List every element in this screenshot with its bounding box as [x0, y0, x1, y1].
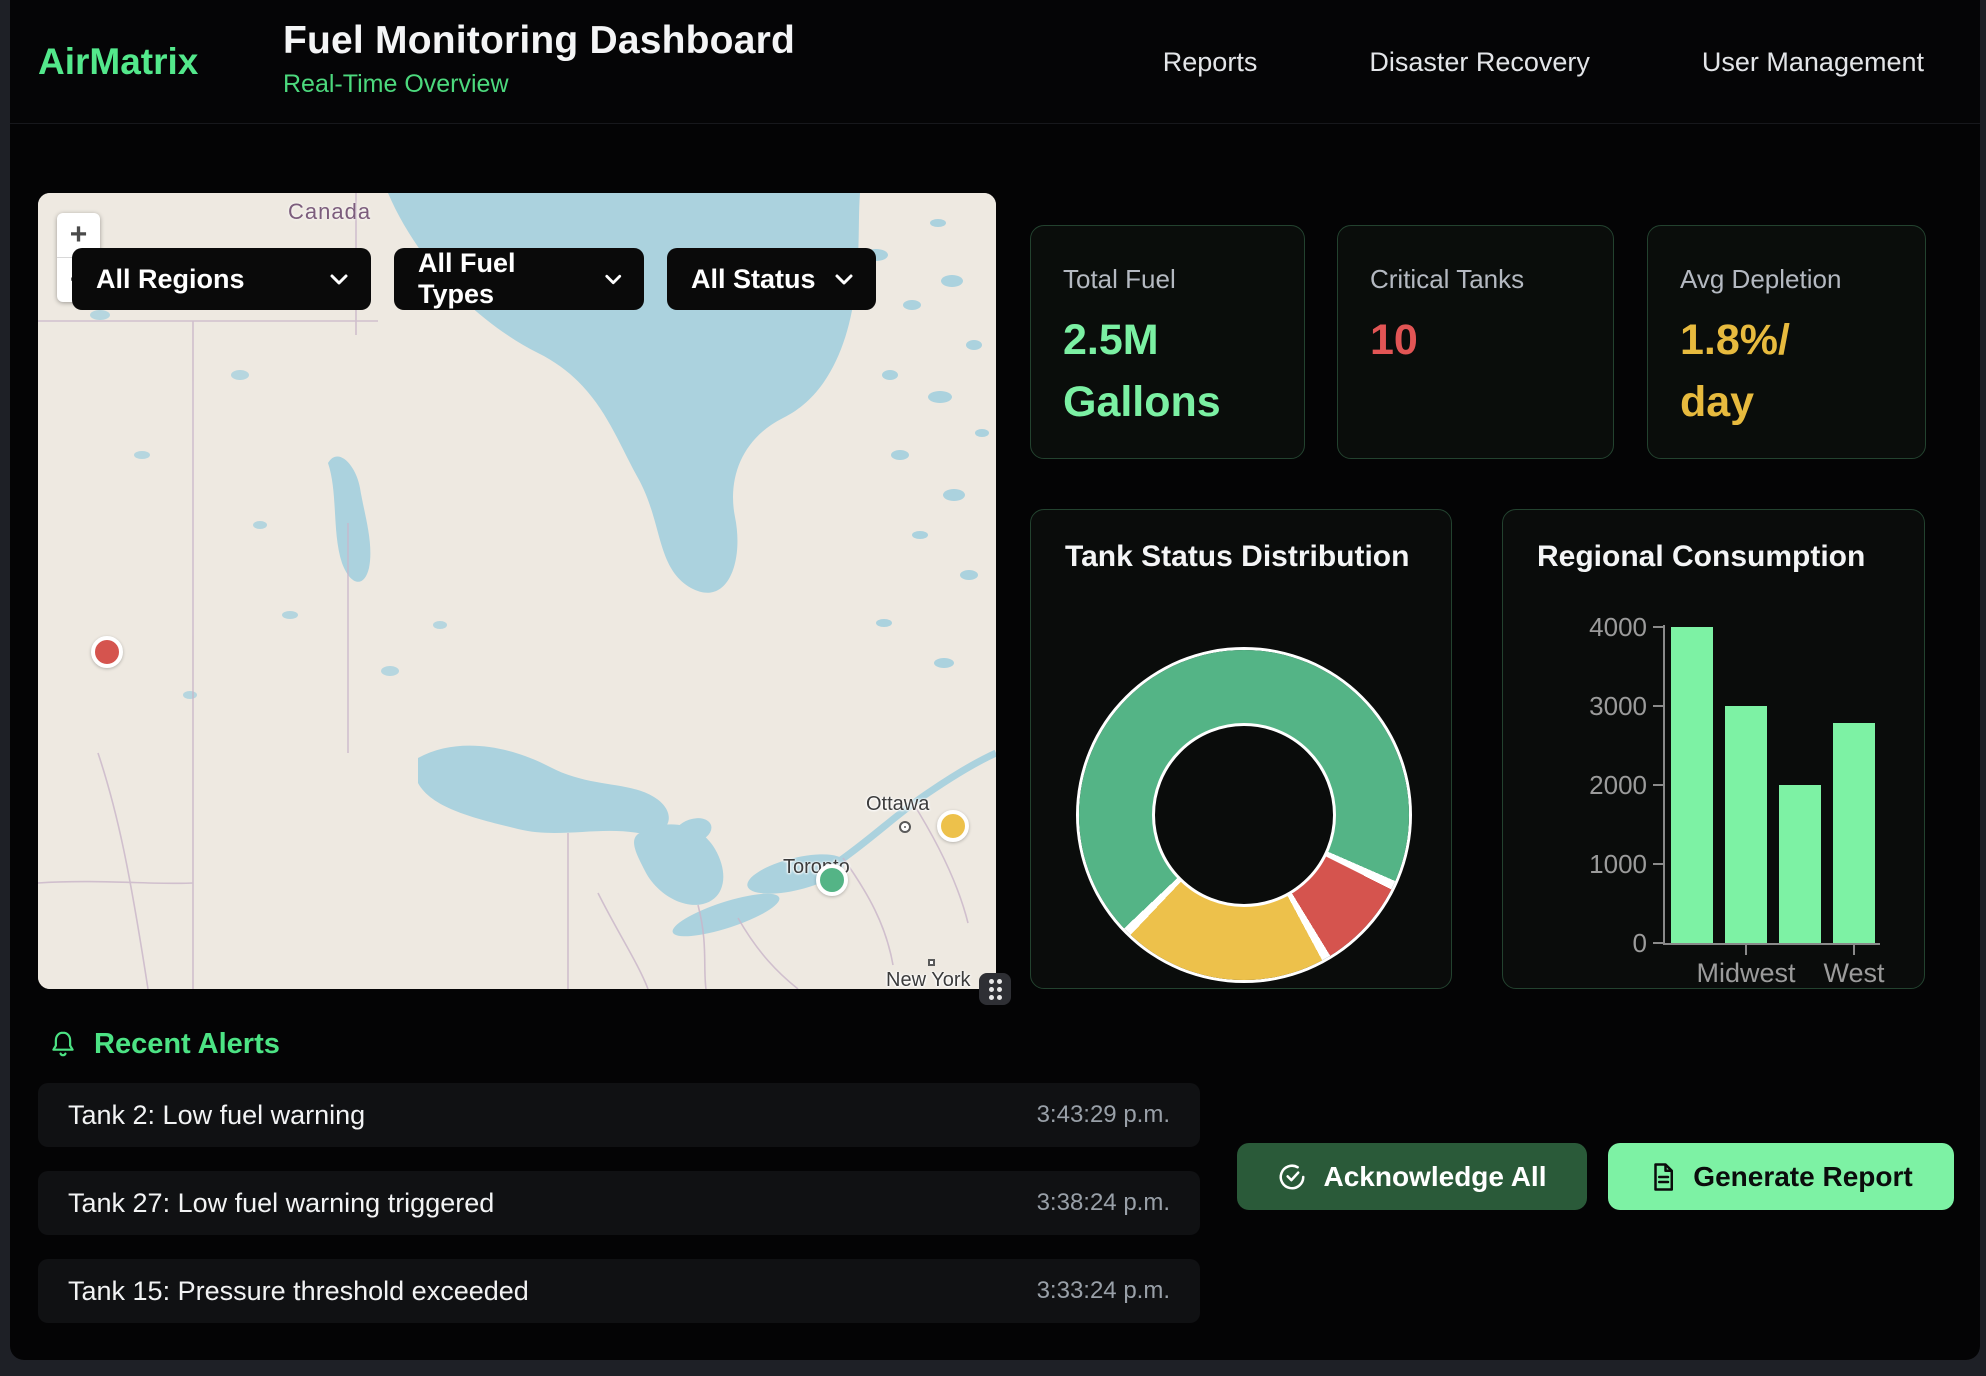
bar-chart-area[interactable]: Midwest West 4000 3000 2000 1000 0 [1503, 510, 1924, 988]
brand-logo: AirMatrix [38, 0, 198, 124]
alert-text: Tank 2: Low fuel warning [68, 1100, 365, 1131]
acknowledge-all-label: Acknowledge All [1323, 1161, 1546, 1193]
alert-row[interactable]: Tank 15: Pressure threshold exceeded 3:3… [38, 1259, 1200, 1323]
stat-card-critical-tanks: Critical Tanks 10 [1337, 225, 1614, 459]
new-york-city-dot-icon [928, 959, 935, 966]
nav-item-disaster-recovery[interactable]: Disaster Recovery [1369, 47, 1590, 78]
map-tiles[interactable] [38, 193, 996, 989]
check-circle-icon [1277, 1162, 1307, 1192]
x-tick-label-west: West [1823, 958, 1884, 989]
chevron-down-icon [834, 273, 854, 286]
resize-drag-handle[interactable] [979, 973, 1011, 1005]
donut-chart[interactable] [1079, 650, 1409, 980]
stat-value: 2.5MGallons [1063, 309, 1274, 433]
page-title: Fuel Monitoring Dashboard [283, 19, 795, 63]
map-label-canada: Canada [288, 199, 371, 225]
alerts-header: Recent Alerts [48, 1028, 280, 1061]
alert-text: Tank 27: Low fuel warning triggered [68, 1188, 494, 1219]
alert-text: Tank 15: Pressure threshold exceeded [68, 1276, 529, 1307]
x-axis-line [1663, 943, 1880, 945]
region-filter-dropdown[interactable]: All Regions [72, 248, 371, 310]
bar [1725, 706, 1767, 943]
y-tick [1653, 863, 1664, 865]
fuel-type-filter-dropdown[interactable]: All Fuel Types [394, 248, 644, 310]
tank-marker-warning[interactable] [937, 810, 969, 842]
alert-row[interactable]: Tank 2: Low fuel warning 3:43:29 p.m. [38, 1083, 1200, 1147]
tank-status-panel: Tank Status Distribution [1030, 509, 1452, 989]
acknowledge-all-button[interactable]: Acknowledge All [1237, 1143, 1587, 1210]
stat-label: Critical Tanks [1370, 264, 1583, 295]
y-tick-label: 3000 [1589, 691, 1647, 722]
nav-item-user-management[interactable]: User Management [1702, 47, 1924, 78]
header: AirMatrix Fuel Monitoring Dashboard Real… [10, 0, 1980, 124]
x-tick [1853, 945, 1855, 955]
app-window: AirMatrix Fuel Monitoring Dashboard Real… [10, 0, 1980, 1360]
file-report-icon [1649, 1162, 1677, 1192]
nav-item-reports[interactable]: Reports [1163, 47, 1258, 78]
bar [1779, 785, 1821, 943]
status-filter-value: All Status [691, 264, 816, 295]
stat-label: Avg Depletion [1680, 264, 1895, 295]
regional-consumption-panel: Regional Consumption Midwest West 400030… [1502, 509, 1925, 989]
stat-value: 1.8%/day [1680, 309, 1895, 433]
generate-report-label: Generate Report [1693, 1161, 1912, 1193]
stat-card-total-fuel: Total Fuel 2.5MGallons [1030, 225, 1305, 459]
map-filters: All Regions All Fuel Types All Status [72, 248, 876, 310]
y-tick-label: 4000 [1589, 612, 1647, 643]
alert-row[interactable]: Tank 27: Low fuel warning triggered 3:38… [38, 1171, 1200, 1235]
y-tick [1653, 942, 1664, 944]
chevron-down-icon [604, 273, 623, 286]
fuel-type-filter-value: All Fuel Types [418, 248, 586, 310]
stat-label: Total Fuel [1063, 264, 1274, 295]
y-tick [1653, 784, 1664, 786]
bell-icon [48, 1029, 78, 1061]
page-subtitle: Real-Time Overview [283, 70, 795, 99]
chevron-down-icon [329, 273, 349, 286]
title-block: Fuel Monitoring Dashboard Real-Time Over… [283, 19, 795, 99]
region-filter-value: All Regions [96, 264, 245, 295]
y-tick [1653, 705, 1664, 707]
bar [1671, 627, 1713, 943]
stat-value: 10 [1370, 309, 1583, 371]
tank-marker-normal[interactable] [816, 864, 848, 896]
map-label-ottawa: Ottawa [866, 793, 929, 816]
x-tick [1745, 945, 1747, 955]
bar [1833, 723, 1875, 943]
stat-card-avg-depletion: Avg Depletion 1.8%/day [1647, 225, 1926, 459]
tank-marker-critical[interactable] [91, 636, 123, 668]
generate-report-button[interactable]: Generate Report [1608, 1143, 1954, 1210]
alerts-title: Recent Alerts [94, 1028, 280, 1061]
map-label-new-york: New York [886, 969, 971, 989]
donut-chart-title: Tank Status Distribution [1065, 540, 1409, 574]
ottawa-city-dot-icon [899, 821, 911, 833]
y-tick-label: 1000 [1589, 849, 1647, 880]
y-tick [1653, 626, 1664, 628]
y-tick-label: 2000 [1589, 770, 1647, 801]
x-tick-label-midwest: Midwest [1696, 958, 1795, 989]
alert-time: 3:33:24 p.m. [1037, 1277, 1170, 1305]
main-nav: Reports Disaster Recovery User Managemen… [1163, 0, 1924, 124]
status-filter-dropdown[interactable]: All Status [667, 248, 876, 310]
y-tick-label: 0 [1633, 928, 1647, 959]
fuel-map[interactable]: Canada Ottawa Toronto New York + − All R… [38, 193, 996, 989]
alert-time: 3:38:24 p.m. [1037, 1189, 1170, 1217]
alert-time: 3:43:29 p.m. [1037, 1101, 1170, 1129]
